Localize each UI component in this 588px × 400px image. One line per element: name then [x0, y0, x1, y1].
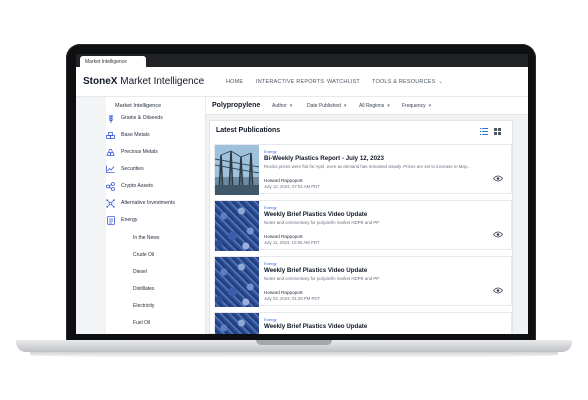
- laptop-shadow: [30, 352, 558, 358]
- sidebar-item-securities[interactable]: Securities: [106, 162, 144, 176]
- publication-description: Notes and commentary for polyolefin mark…: [264, 276, 380, 281]
- sidebar-item-crypto[interactable]: Crypto Assets: [106, 179, 153, 193]
- publication-thumbnail: [215, 201, 259, 251]
- publication-description: Resins prices were flat for April, even …: [264, 164, 471, 169]
- publication-card[interactable]: Energy Weekly Brief Plastics Video Updat…: [214, 256, 512, 307]
- publication-category: Energy: [264, 317, 277, 322]
- sidebar-item-precious-metals[interactable]: Precious Metals: [106, 145, 158, 159]
- sidebar-item-energy[interactable]: Energy: [106, 213, 137, 227]
- metal-bars-icon: [106, 131, 115, 140]
- sidebar-item-grains[interactable]: Grains & Oilseeds: [106, 111, 163, 125]
- sidebar-item-base-metals[interactable]: Base Metals: [106, 128, 150, 142]
- eye-icon[interactable]: [493, 175, 503, 182]
- browser-tab[interactable]: Market Intelligence: [80, 56, 146, 67]
- publication-card[interactable]: Energy Weekly Brief Plastics Video Updat…: [214, 312, 512, 334]
- chevron-down-icon: ▾: [387, 103, 390, 109]
- filter-regions[interactable]: All Regions ▾: [359, 103, 390, 109]
- filter-date-published[interactable]: Date Published ▾: [307, 103, 346, 109]
- sidebar-subitem-diesel[interactable]: Diesel: [133, 269, 147, 275]
- filter-label: Date Published: [307, 103, 341, 109]
- filter-label: Frequency: [402, 103, 426, 109]
- publication-thumbnail: [215, 313, 259, 334]
- publication-category: Energy: [264, 149, 277, 154]
- sidebar: Market Intelligence Grains & Oilseeds Ba…: [76, 97, 206, 334]
- sidebar-subitem-crude-oil[interactable]: Crude Oil: [133, 252, 154, 258]
- sidebar-item-label: Crypto Assets: [121, 183, 154, 189]
- list-view-icon[interactable]: [480, 127, 488, 135]
- publication-date: July 12, 2023, 07:04 AM PDT: [264, 184, 320, 189]
- logo-brand: StoneX: [83, 76, 118, 87]
- filter-author[interactable]: Author ▾: [272, 103, 292, 109]
- laptop-notch: [256, 340, 332, 345]
- sidebar-subitem-electricity[interactable]: Electricity: [133, 303, 154, 309]
- sidebar-subitem-distillates[interactable]: Distillates: [133, 286, 154, 292]
- browser-tab-strip: Market Intelligence: [76, 54, 528, 67]
- sidebar-item-label: Securities: [121, 166, 144, 172]
- page-title: Polypropylene: [212, 102, 261, 109]
- crypto-icon: [106, 181, 115, 191]
- publication-author: Howard Rappoport: [264, 178, 303, 183]
- gold-bars-icon: [106, 148, 115, 157]
- sidebar-rail: [76, 97, 106, 334]
- chevron-down-icon: ⌄: [438, 79, 443, 85]
- publication-title[interactable]: Weekly Brief Plastics Video Update: [264, 267, 367, 274]
- nav-tools-label: TOOLS & RESOURCES: [372, 79, 436, 85]
- publication-category: Energy: [264, 205, 277, 210]
- sidebar-item-label: Energy: [121, 217, 138, 223]
- laptop-screen: Market Intelligence StoneX Market Intell…: [76, 54, 528, 334]
- grid-view-icon[interactable]: [493, 127, 501, 135]
- publication-title[interactable]: Bi-Weekly Plastics Report - July 12, 202…: [264, 155, 384, 162]
- sidebar-item-alternative[interactable]: Alternative Investments: [106, 196, 175, 210]
- nav-watchlist[interactable]: WATCHLIST: [327, 79, 360, 85]
- wheat-icon: [106, 114, 115, 123]
- publication-author: Howard Rappoport: [264, 234, 303, 239]
- publication-title[interactable]: Weekly Brief Plastics Video Update: [264, 323, 367, 330]
- filter-label: Author: [272, 103, 287, 109]
- publication-description: Notes and commentary for polyolefin mark…: [264, 220, 380, 225]
- filter-label: All Regions: [359, 103, 385, 109]
- chevron-down-icon: ▾: [343, 103, 347, 109]
- publication-thumbnail: [215, 145, 259, 195]
- publication-category: Energy: [264, 261, 277, 266]
- trend-chart-icon: [106, 165, 115, 174]
- eye-icon[interactable]: [493, 287, 503, 294]
- energy-icon: [106, 215, 115, 225]
- nav-interactive-reports[interactable]: INTERACTIVE REPORTS: [256, 79, 324, 85]
- publication-author: Howard Rappoport: [264, 290, 303, 295]
- publication-card[interactable]: Energy Weekly Brief Plastics Video Updat…: [214, 200, 512, 251]
- sidebar-item-label: Base Metals: [121, 132, 150, 138]
- sidebar-item-label: Alternative Investments: [121, 200, 175, 206]
- sidebar-title: Market Intelligence: [115, 103, 162, 109]
- chevron-down-icon: ▾: [428, 103, 432, 109]
- nav-home[interactable]: HOME: [226, 79, 243, 85]
- sidebar-subitem-in-the-news[interactable]: In the News: [133, 235, 159, 241]
- eye-icon[interactable]: [493, 231, 503, 238]
- network-icon: [106, 198, 115, 208]
- publication-thumbnail: [215, 257, 259, 307]
- sidebar-item-label: Grains & Oilseeds: [121, 115, 163, 121]
- sidebar-subitem-fuel-oil[interactable]: Fuel Oil: [133, 320, 150, 326]
- publication-date: July 03, 2023, 01:29 PM PDT: [264, 296, 321, 301]
- app-header: StoneX Market Intelligence HOME INTERACT…: [76, 67, 528, 97]
- publication-card[interactable]: Energy Bi-Weekly Plastics Report - July …: [214, 144, 512, 195]
- chevron-down-icon: ▾: [289, 103, 293, 109]
- logo-product: Market Intelligence: [120, 76, 205, 87]
- publications-panel: Latest Publications Energy Bi-Weekly Pla…: [209, 120, 513, 334]
- panel-title: Latest Publications: [216, 127, 281, 134]
- nav-tools-resources[interactable]: TOOLS & RESOURCES ⌄: [372, 79, 443, 85]
- filter-bar: Polypropylene Author ▾ Date Published ▾ Al…: [206, 97, 528, 115]
- main-content: Latest Publications Energy Bi-Weekly Pla…: [206, 115, 528, 334]
- sidebar-item-label: Precious Metals: [121, 149, 158, 155]
- logo[interactable]: StoneX Market Intelligence: [83, 76, 204, 87]
- filter-frequency[interactable]: Frequency ▾: [402, 103, 431, 109]
- publication-date: July 11, 2023, 10:06 AM PDT: [264, 240, 320, 245]
- publication-title[interactable]: Weekly Brief Plastics Video Update: [264, 211, 367, 218]
